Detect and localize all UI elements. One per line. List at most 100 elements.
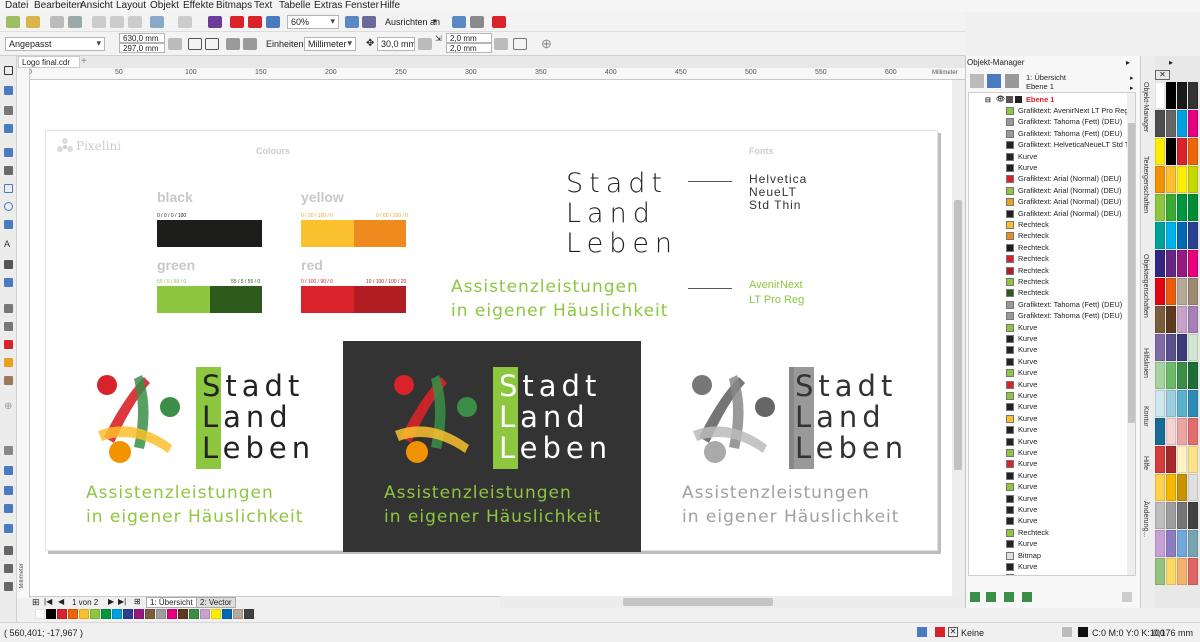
new-document-icon[interactable] [6,16,20,28]
object-tree-item[interactable]: Grafiktext: Arial (Normal) (DEU) [969,173,1127,184]
palette-swatch[interactable] [1177,194,1187,221]
palette-swatch[interactable] [1155,166,1165,193]
menu-bitmaps[interactable]: Bitmaps [216,0,252,11]
palette-swatch[interactable] [1155,138,1165,165]
document-palette-swatch[interactable] [57,609,67,619]
object-tree-item[interactable]: Kurve [969,379,1127,390]
palette-swatch[interactable] [1166,362,1176,389]
palette-swatch[interactable] [1166,278,1176,305]
page-width-field[interactable]: 630,0 mm [119,33,165,43]
application-launcher-icon[interactable] [492,16,506,28]
object-tree-item[interactable]: Rechteck [969,230,1127,241]
palette-swatch[interactable] [1155,82,1165,109]
document-palette-swatch[interactable] [145,609,155,619]
palette-swatch[interactable] [1188,138,1198,165]
palette-swatch[interactable] [1155,558,1165,585]
document-page[interactable]: Pixelini Colours Fonts black 0 / 0 / 0 /… [45,130,938,552]
palette-swatch[interactable] [1188,558,1198,585]
docker-tab-guidelines[interactable]: Hilfslinien [1142,348,1149,378]
panel-menu-icon[interactable]: ▸ [1126,58,1130,67]
zoom-out-icon[interactable] [4,486,13,495]
next-page-icon[interactable]: ▶ [108,597,114,606]
palette-swatch[interactable] [1166,138,1176,165]
document-palette-swatch[interactable] [211,609,221,619]
shape-tool-icon[interactable] [4,86,13,95]
cut-icon[interactable] [92,16,106,28]
palette-swatch[interactable] [1155,530,1165,557]
palette-swatch[interactable] [1177,446,1187,473]
object-tree-item[interactable]: Kurve [969,322,1127,333]
new-master-layer-even-icon[interactable] [1022,592,1032,602]
object-tree-item[interactable]: Grafiktext: Arial (Normal) (DEU) [969,208,1127,219]
object-tree[interactable]: ⊟ 👁 Ebene 1 Grafiktext: AvenirNext LT Pr… [968,92,1136,576]
treat-as-filled-icon[interactable] [513,38,527,50]
docker-tab-object-properties[interactable]: Objekteigenschaften [1142,254,1149,318]
palette-swatch[interactable] [1188,278,1198,305]
palette-swatch[interactable] [1155,194,1165,221]
docker-tab-help[interactable]: Hilfe [1142,456,1149,470]
object-tree-item[interactable]: Kurve [969,470,1127,481]
copy-icon[interactable] [110,16,124,28]
scrollbar-thumb[interactable] [1128,123,1135,423]
page-height-field[interactable]: 297,0 mm [119,43,165,53]
object-tree-item[interactable]: Grafiktext: Arial (Normal) (DEU) [969,196,1127,207]
lock-icon[interactable] [1015,96,1022,103]
palette-swatch[interactable] [1177,138,1187,165]
palette-swatch[interactable] [1177,334,1187,361]
palette-swatch[interactable] [1155,110,1165,137]
docker-tab-changes[interactable]: Änderung... [1142,501,1149,537]
zoom-page-icon[interactable] [4,524,13,533]
menu-extras[interactable]: Extras [314,0,342,11]
object-tree-item[interactable]: Grafiktext: Tahoma (Fett) (DEU) [969,116,1127,127]
document-palette-swatch[interactable] [178,609,188,619]
ellipse-tool-icon[interactable] [4,202,13,211]
object-tree-item[interactable]: Grafiktext: Tahoma (Fett) (DEU) [969,299,1127,310]
palette-swatch[interactable] [1155,278,1165,305]
object-tree-item[interactable]: Kurve [969,356,1127,367]
document-palette-swatch[interactable] [167,609,177,619]
document-palette-swatch[interactable] [35,609,45,619]
document-palette-swatch[interactable] [90,609,100,619]
page-width-icon[interactable] [4,546,13,555]
chevron-down-icon[interactable]: ▾ [433,17,437,25]
document-palette-swatch[interactable] [222,609,232,619]
connector-tool-icon[interactable] [4,278,13,287]
palette-swatch[interactable] [1166,502,1176,529]
palette-swatch[interactable] [1177,222,1187,249]
save-icon[interactable] [50,16,64,28]
portrait-icon[interactable] [188,38,202,50]
outline-pen-icon[interactable] [1062,627,1072,637]
current-page-icon[interactable] [243,38,257,50]
object-tree-item[interactable]: Kurve [969,436,1127,447]
new-tab-icon[interactable]: + [81,56,87,67]
docker-tab-text-properties[interactable]: Textergenschaften [1142,156,1149,213]
zoom-tool-icon[interactable] [4,124,13,133]
freehand-tool-icon[interactable] [4,148,13,157]
object-tree-item[interactable]: Kurve [969,344,1127,355]
spinner-icon[interactable] [494,38,508,50]
scrollbar-thumb[interactable] [623,598,773,606]
palette-swatch[interactable] [1177,110,1187,137]
palette-swatch[interactable] [1188,194,1198,221]
spinner-icon[interactable] [418,38,432,50]
last-page-icon[interactable]: ▶| [118,597,126,606]
palette-swatch[interactable] [1177,166,1187,193]
object-tree-item[interactable]: Kurve [969,162,1127,173]
search-content-icon[interactable] [208,16,222,28]
full-screen-icon[interactable] [345,16,359,28]
object-tree-item[interactable]: Kurve [969,424,1127,435]
palette-swatch[interactable] [1188,446,1198,473]
new-master-layer-all-icon[interactable] [1004,592,1014,602]
document-palette-swatch[interactable] [189,609,199,619]
nudge-distance-field[interactable]: 30,0 mm [377,37,415,51]
docker-tab-object-manager[interactable]: Objekt-Manager [1142,82,1149,132]
palette-swatch[interactable] [1166,222,1176,249]
page-height-icon[interactable] [4,564,13,573]
document-palette-swatch[interactable] [112,609,122,619]
import-icon[interactable] [230,16,244,28]
object-tree-item[interactable]: Rechteck [969,242,1127,253]
palette-swatch[interactable] [1155,306,1165,333]
pick-tool-icon[interactable] [4,66,13,75]
menu-layout[interactable]: Layout [116,0,146,11]
document-palette-swatch[interactable] [101,609,111,619]
